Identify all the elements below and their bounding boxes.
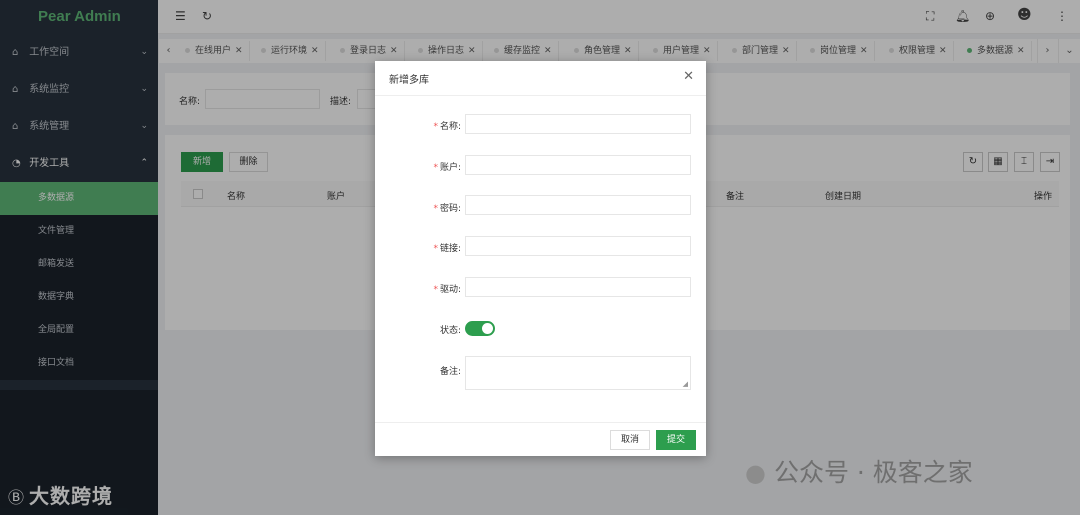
wechat-icon: ● bbox=[745, 459, 766, 487]
driver-field-label: * 驱动: bbox=[433, 285, 461, 295]
add-datasource-modal: 新增多库 ✕ * 名称: * 账户: * 密码: * 链接: * 驱动: 状态: 备注: … bbox=[375, 61, 706, 456]
wechat-watermark: ● 公众号 · 极客之家 bbox=[745, 453, 973, 489]
name-input[interactable] bbox=[465, 114, 691, 134]
close-icon[interactable]: ✕ bbox=[683, 69, 694, 84]
remark-textarea[interactable]: ◢ bbox=[465, 356, 691, 390]
account-input[interactable] bbox=[465, 155, 691, 175]
modal-title: 新增多库 bbox=[389, 75, 429, 86]
status-field-label: 状态: bbox=[439, 326, 461, 336]
required-asterisk: * bbox=[433, 204, 438, 214]
status-toggle[interactable] bbox=[465, 321, 495, 336]
url-input[interactable] bbox=[465, 236, 691, 256]
required-asterisk: * bbox=[433, 244, 438, 254]
remark-field-label: 备注: bbox=[439, 367, 461, 377]
watermark-text: 公众号 · 极客之家 bbox=[773, 458, 973, 487]
account-field-label: * 账户: bbox=[433, 163, 461, 173]
required-asterisk: * bbox=[433, 122, 438, 132]
cancel-button[interactable]: 取消 bbox=[610, 430, 650, 450]
submit-button[interactable]: 提交 bbox=[656, 430, 696, 450]
required-asterisk: * bbox=[433, 163, 438, 173]
password-field-label: * 密码: bbox=[433, 204, 461, 214]
driver-input[interactable] bbox=[465, 277, 691, 297]
required-asterisk: * bbox=[433, 285, 438, 295]
modal-footer-divider bbox=[375, 422, 706, 423]
modal-header-divider bbox=[375, 95, 706, 96]
name-field-label: * 名称: bbox=[433, 122, 461, 132]
password-input[interactable] bbox=[465, 195, 691, 215]
toggle-knob bbox=[482, 323, 493, 334]
resize-handle-icon[interactable]: ◢ bbox=[683, 380, 688, 388]
url-field-label: * 链接: bbox=[433, 244, 461, 254]
